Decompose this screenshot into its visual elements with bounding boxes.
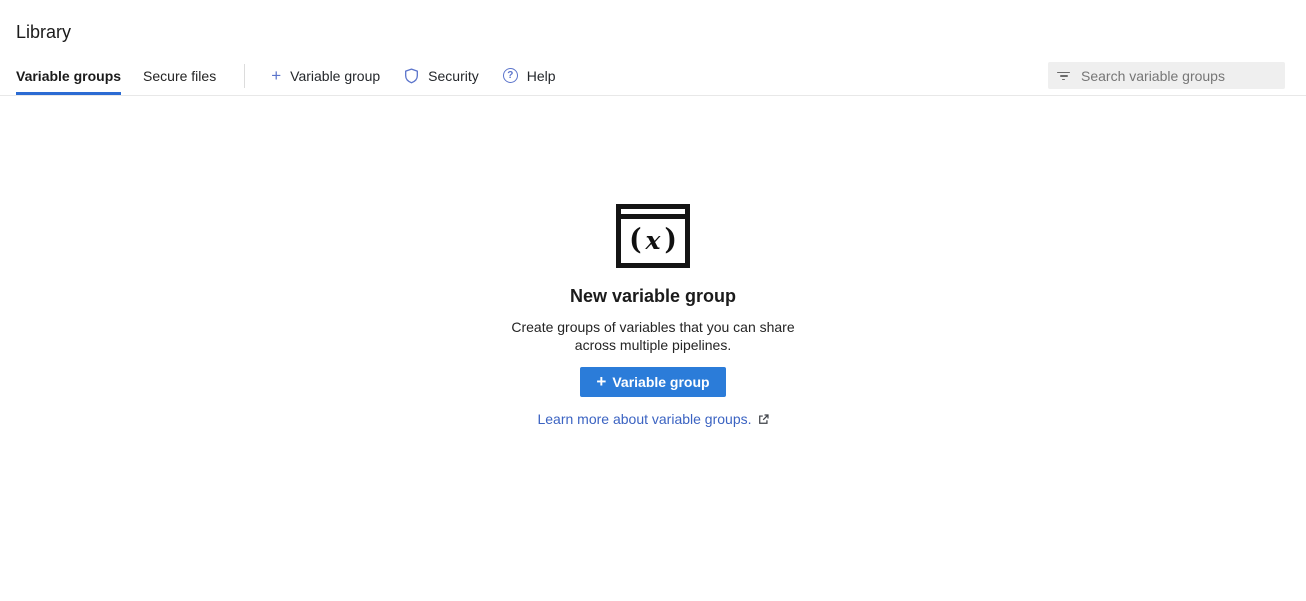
empty-state-description-line2: across multiple pipelines. [511,337,794,355]
plus-icon: + [596,373,606,391]
help-label: Help [527,68,556,84]
search-input[interactable] [1079,67,1276,85]
tab-secure-files[interactable]: Secure files [143,56,216,95]
add-variable-group-toolbar-label: Variable group [290,68,380,84]
variable-group-icon-titlebar [621,209,685,219]
security-button[interactable]: Security [392,62,491,90]
learn-more-row: Learn more about variable groups. [537,411,768,427]
help-icon: ? [503,68,518,83]
variable-group-icon-body: ( x ) [621,219,685,263]
filter-icon [1057,71,1070,81]
empty-state-description-line1: Create groups of variables that you can … [511,319,794,337]
add-variable-group-toolbar-button[interactable]: + Variable group [259,61,392,90]
learn-more-link[interactable]: Learn more about variable groups. [537,411,751,427]
search-box[interactable] [1048,62,1285,89]
paren-open-glyph: ( [629,226,641,255]
shield-icon [404,68,419,84]
variable-group-icon: ( x ) [616,204,690,268]
x-glyph: x [646,228,661,253]
create-variable-group-button[interactable]: + Variable group [580,367,725,397]
create-variable-group-button-label: Variable group [612,374,709,390]
external-link-icon [758,414,769,425]
help-button[interactable]: ? Help [491,62,568,90]
empty-state-description: Create groups of variables that you can … [511,319,794,354]
tab-variable-groups[interactable]: Variable groups [16,56,121,95]
toolbar-divider [244,64,245,88]
plus-icon: + [271,67,281,84]
paren-close-glyph: ) [664,226,676,255]
empty-state: ( x ) New variable group Create groups o… [0,204,1306,427]
security-label: Security [428,68,479,84]
page-title: Library [0,0,1306,56]
empty-state-title: New variable group [570,286,736,307]
tab-command-bar: Variable groups Secure files + Variable … [0,56,1306,96]
